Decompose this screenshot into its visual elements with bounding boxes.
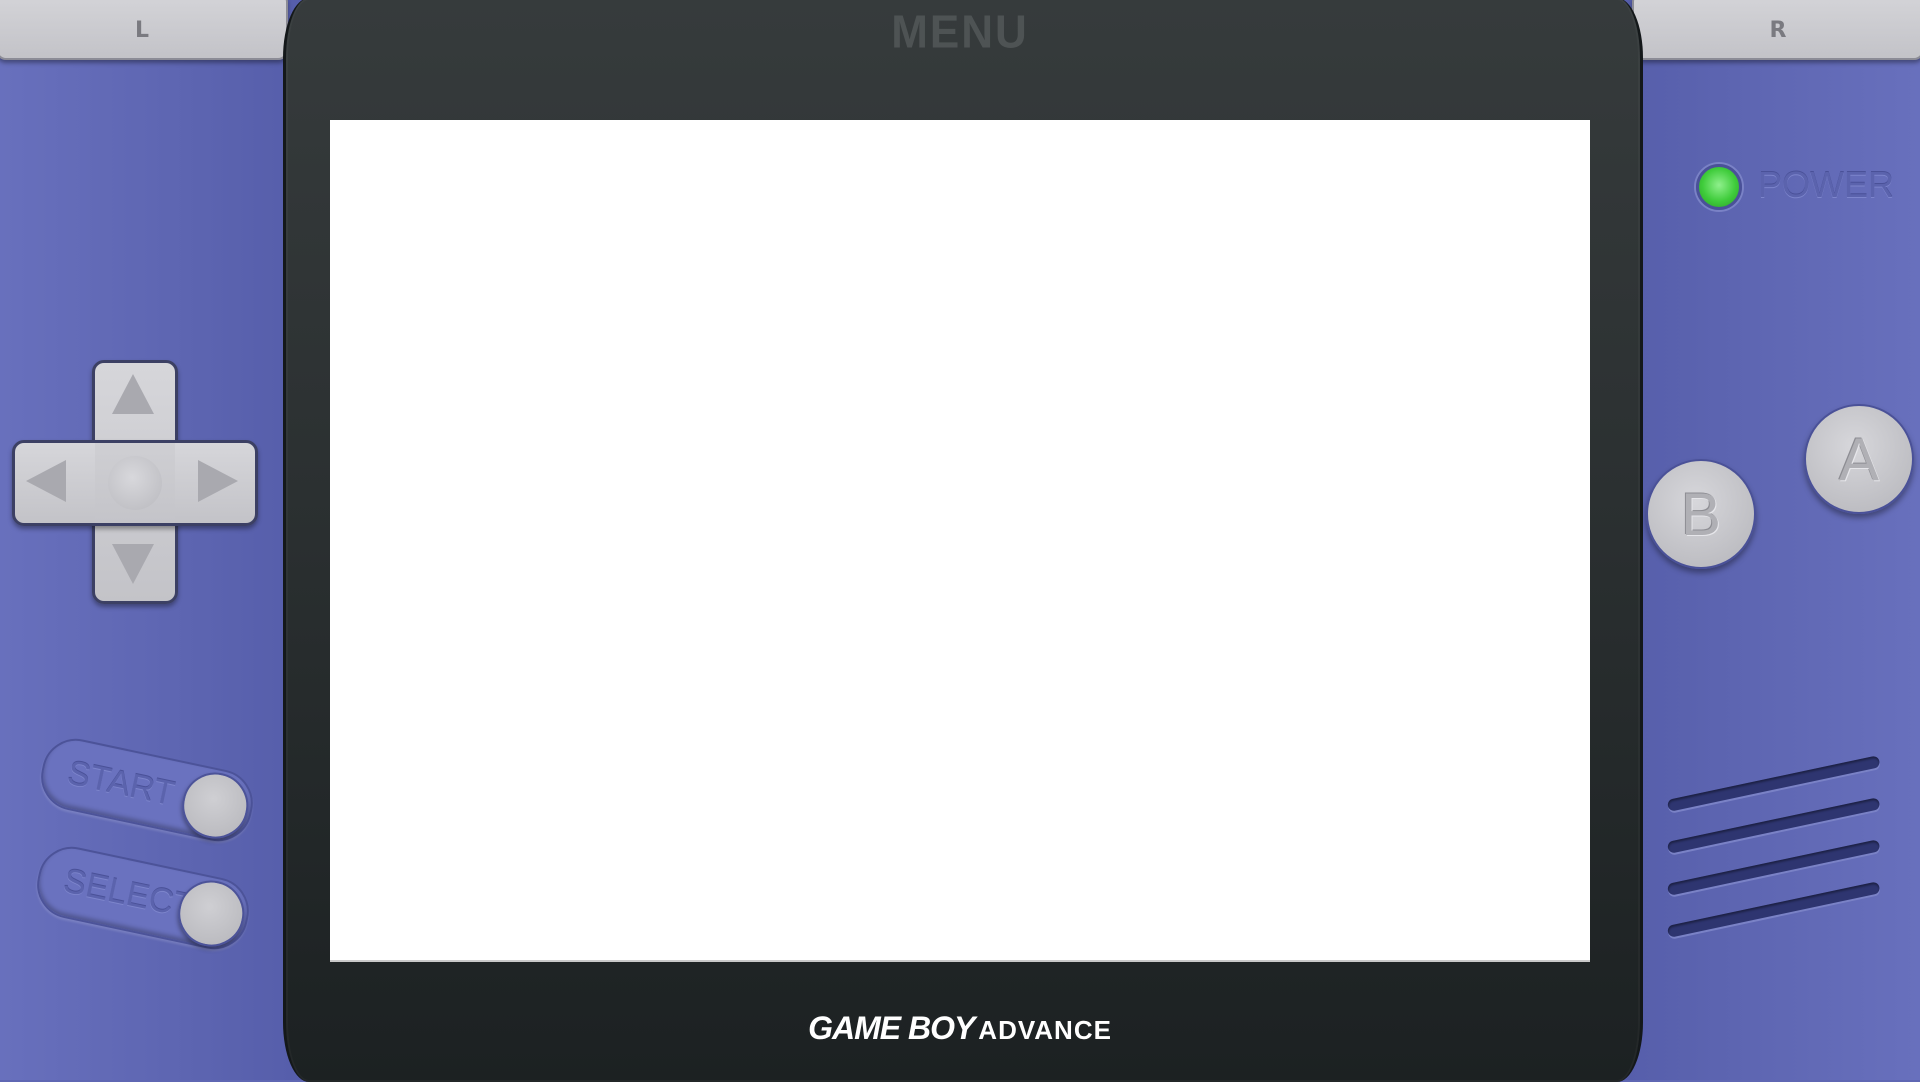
start-label: START xyxy=(64,753,178,814)
dpad-left-arrow-icon[interactable] xyxy=(26,460,66,502)
power-label: POWER xyxy=(1758,164,1895,205)
a-button-label: A xyxy=(1838,425,1880,493)
brand-advance: ADVANCE xyxy=(978,1015,1112,1045)
game-screen[interactable] xyxy=(330,120,1590,962)
dpad-up-arrow-icon[interactable] xyxy=(112,374,154,414)
power-led-icon xyxy=(1696,164,1742,210)
b-button-label: B xyxy=(1680,480,1722,548)
speaker-grille xyxy=(1666,740,1886,940)
select-label: SELECT xyxy=(60,861,198,927)
speaker-slot xyxy=(1666,881,1881,938)
a-button[interactable]: A xyxy=(1804,404,1914,514)
brand-game-boy: GAME BOY xyxy=(808,1010,975,1046)
dpad-down-arrow-icon[interactable] xyxy=(112,544,154,584)
dpad[interactable] xyxy=(12,360,258,604)
brand-logo: GAME BOY ADVANCE xyxy=(0,1010,1920,1047)
dpad-center-nub xyxy=(108,456,162,510)
b-button[interactable]: B xyxy=(1646,459,1756,569)
dpad-right-arrow-icon[interactable] xyxy=(198,460,238,502)
menu-button[interactable]: MENU xyxy=(0,7,1920,60)
